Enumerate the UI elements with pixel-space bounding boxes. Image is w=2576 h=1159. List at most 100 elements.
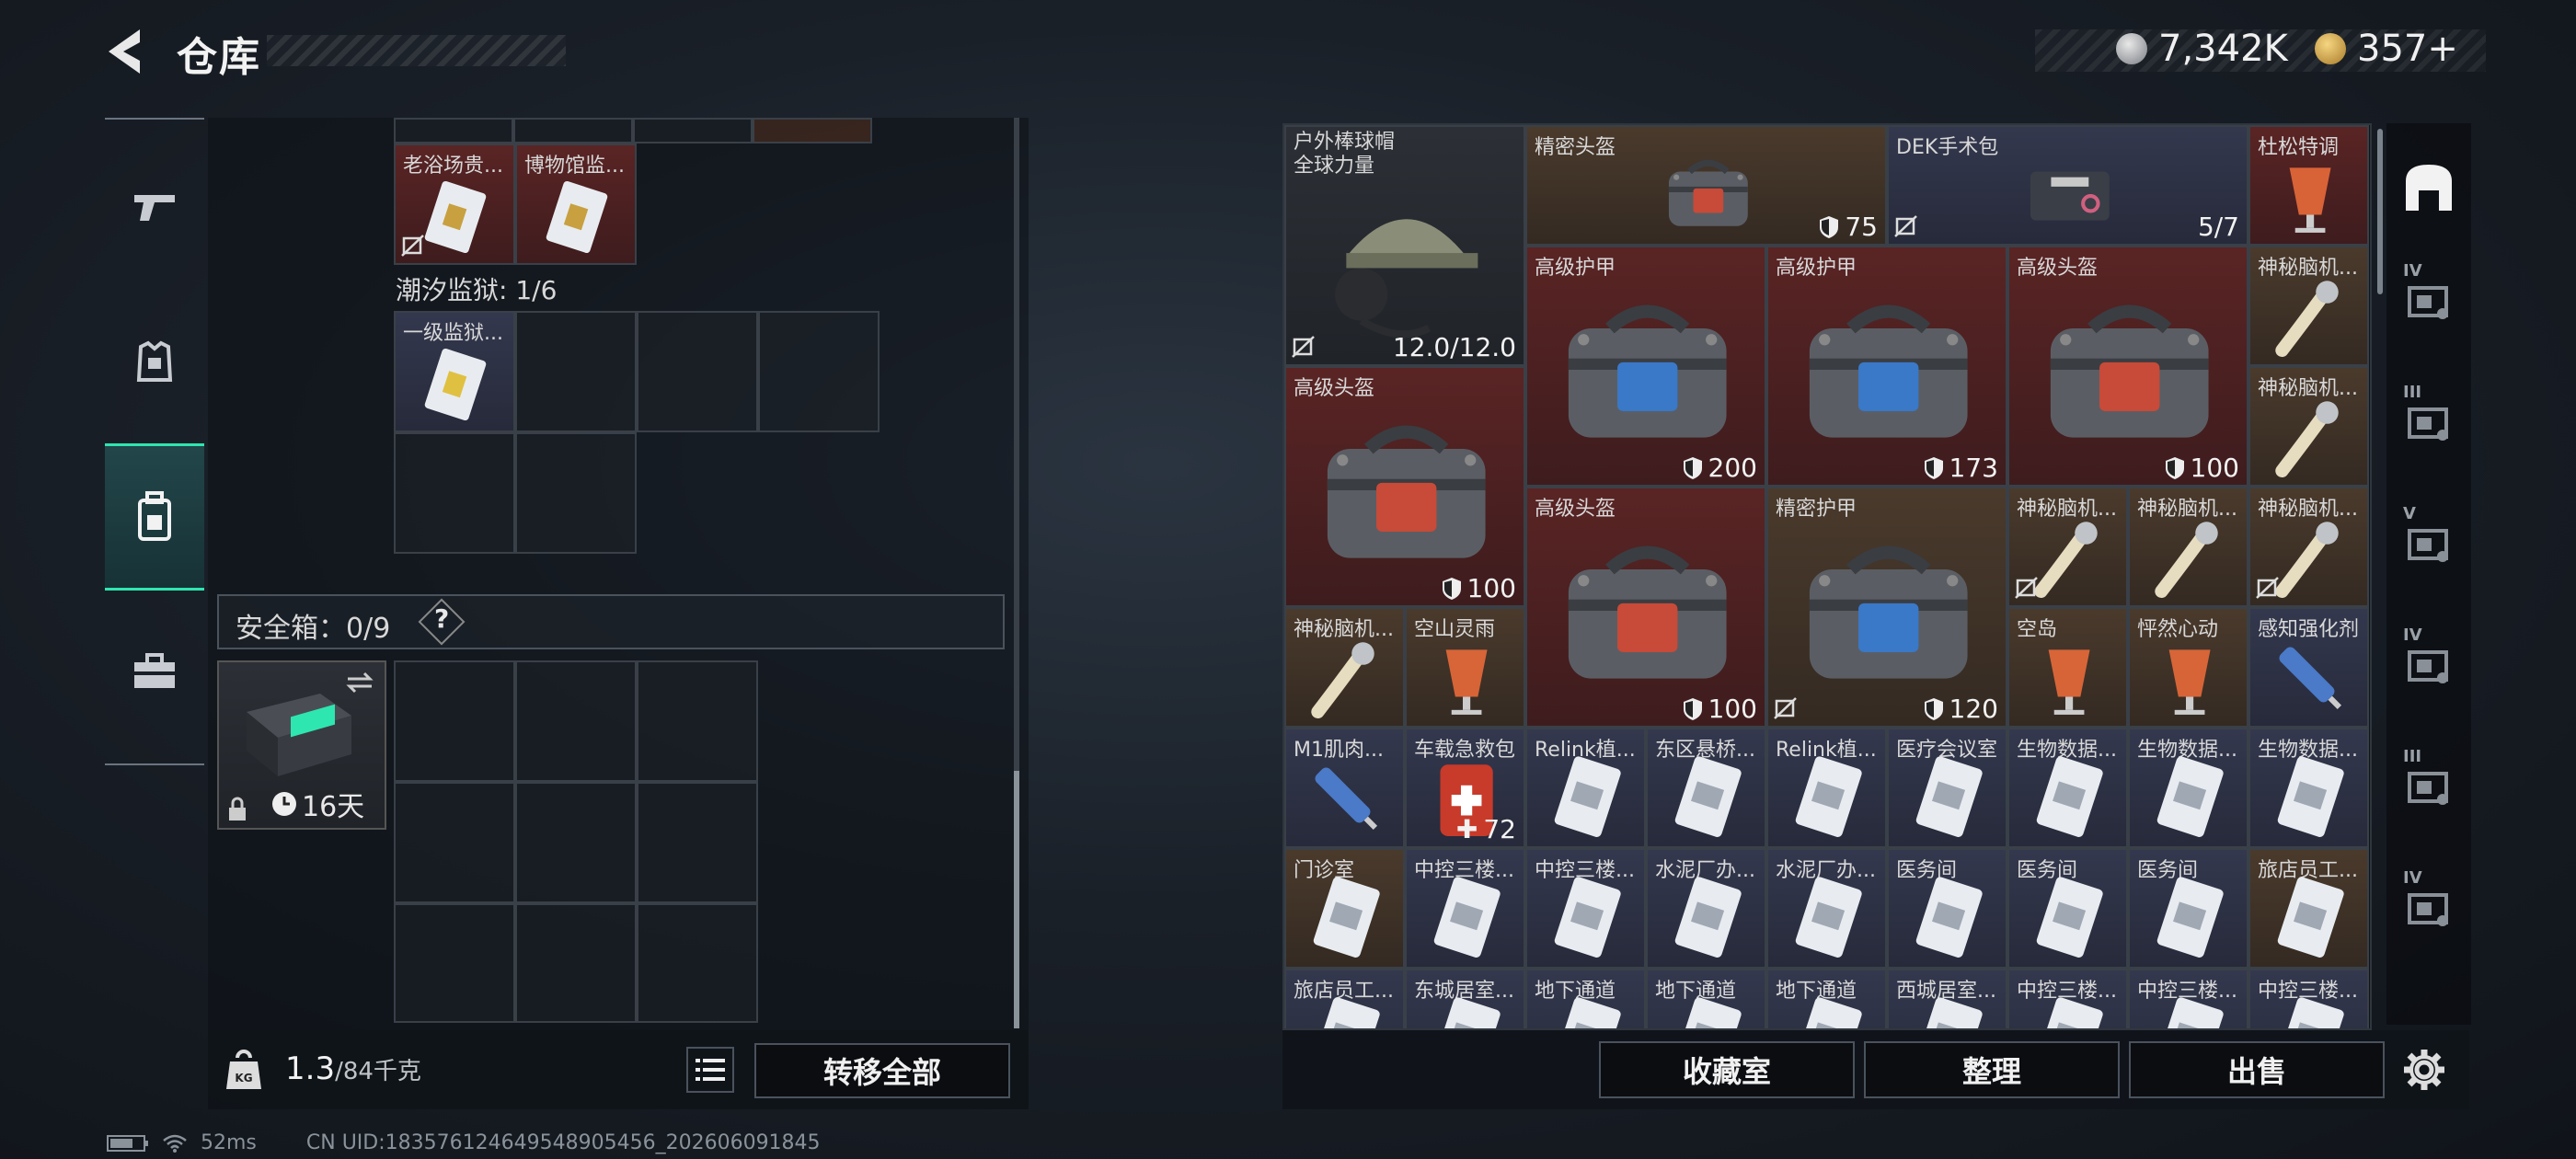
- stash-item[interactable]: 医务间: [2007, 848, 2128, 969]
- stash-item[interactable]: 精密护甲 120: [1766, 487, 2007, 728]
- grid-cell[interactable]: [515, 782, 637, 903]
- stash-item[interactable]: 高级头盔 100: [2007, 246, 2248, 487]
- wifi-icon: [163, 1134, 187, 1153]
- stash-item[interactable]: 生物数据...: [2128, 728, 2248, 848]
- stash-item[interactable]: 医务间: [1887, 848, 2007, 969]
- stash-item[interactable]: 高级头盔 100: [1284, 366, 1525, 607]
- stash-item[interactable]: 西城居室...: [1887, 969, 2007, 1028]
- stash-item[interactable]: Relink植...: [1525, 728, 1646, 848]
- stash-item[interactable]: 户外棒球帽 全球力量 12.0/12.0: [1284, 125, 1525, 366]
- safebox-case-icon: [247, 694, 351, 776]
- swap-icon[interactable]: [344, 670, 375, 695]
- stash-tab-5[interactable]: IV: [2386, 598, 2471, 717]
- grid-cell[interactable]: [637, 660, 758, 782]
- collection-room-button[interactable]: 收藏室: [1599, 1041, 1855, 1098]
- stash-item[interactable]: 精密头盔 75: [1525, 125, 1887, 246]
- stash-item[interactable]: 中控三楼...: [2248, 969, 2369, 1028]
- grid-cell[interactable]: [637, 782, 758, 903]
- stash-item[interactable]: M1肌肉...: [1284, 728, 1405, 848]
- grid-cell[interactable]: [637, 311, 758, 432]
- grid-cell[interactable]: [515, 903, 637, 1023]
- stash-item[interactable]: Relink植...: [1766, 728, 1887, 848]
- weight-bar: KG 1.3 /84千克 转移全部: [208, 1030, 1029, 1109]
- transfer-all-button[interactable]: 转移全部: [754, 1043, 1010, 1098]
- sell-button[interactable]: 出售: [2129, 1041, 2385, 1098]
- stash-tab-2[interactable]: IV: [2386, 234, 2471, 353]
- stash-item[interactable]: 怦然心动: [2128, 607, 2248, 728]
- item-count-text: 5/7: [2197, 212, 2239, 242]
- stash-item[interactable]: 地下通道: [1646, 969, 1766, 1028]
- stash-item[interactable]: 神秘脑机...: [2007, 487, 2128, 607]
- stash-item[interactable]: 神秘脑机...: [2248, 246, 2369, 366]
- stash-item[interactable]: 空山灵雨: [1405, 607, 1525, 728]
- stash-item[interactable]: 旅店员工...: [2248, 848, 2369, 969]
- stash-tab-6[interactable]: III: [2386, 719, 2471, 839]
- stash-item[interactable]: 门诊室: [1284, 848, 1405, 969]
- no-trade-icon: [2256, 577, 2279, 599]
- stash-item[interactable]: 地下通道: [1525, 969, 1646, 1028]
- keycard-icon: [1796, 756, 1863, 838]
- stash-item[interactable]: 神秘脑机...: [1284, 607, 1405, 728]
- gold-currency[interactable]: 357+: [2315, 28, 2458, 70]
- page-title: 仓库: [177, 34, 261, 81]
- item-slot[interactable]: 老浴场贵...: [394, 143, 515, 265]
- organize-button[interactable]: 整理: [1864, 1041, 2120, 1098]
- grid-cell[interactable]: [515, 311, 637, 432]
- stash-item[interactable]: 中控三楼...: [1525, 848, 1646, 969]
- stash-tab-1[interactable]: [2386, 123, 2471, 252]
- grid-cell[interactable]: [394, 660, 515, 782]
- grid-cell[interactable]: [394, 432, 515, 554]
- safebox-item[interactable]: 16天: [217, 660, 386, 830]
- stash-item[interactable]: 生物数据...: [2248, 728, 2369, 848]
- stash-item[interactable]: 高级护甲 173: [1766, 246, 2007, 487]
- stash-item[interactable]: 水泥厂办...: [1646, 848, 1766, 969]
- stash-item[interactable]: 水泥厂办...: [1766, 848, 1887, 969]
- stash-item[interactable]: 神秘脑机...: [2248, 487, 2369, 607]
- stash-item[interactable]: 旅店员工...: [1284, 969, 1405, 1028]
- item-slot[interactable]: 一级监狱...: [394, 311, 515, 432]
- durability-shield-icon: [1442, 577, 1461, 600]
- stash-item[interactable]: 地下通道: [1766, 969, 1887, 1028]
- stash-scroll-thumb[interactable]: [2377, 129, 2383, 294]
- stash-tab-4[interactable]: V: [2386, 476, 2471, 596]
- stash-tab-7[interactable]: IV: [2386, 841, 2471, 960]
- grid-cell[interactable]: [394, 903, 515, 1023]
- stash-item[interactable]: 感知强化剂: [2248, 607, 2369, 728]
- grid-cell[interactable]: [394, 118, 513, 143]
- stash-item[interactable]: 中控三楼...: [2128, 969, 2248, 1028]
- stash-item[interactable]: 车载急救包 ✚ 72: [1405, 728, 1525, 848]
- grid-cell[interactable]: [633, 118, 753, 143]
- grid-cell[interactable]: [513, 118, 633, 143]
- stash-item[interactable]: 杜松特调: [2248, 125, 2369, 246]
- stash-item[interactable]: 神秘脑机...: [2248, 366, 2369, 487]
- list-view-button[interactable]: [686, 1047, 734, 1093]
- grid-cell[interactable]: [637, 903, 758, 1023]
- rail-tab-armor[interactable]: [105, 289, 204, 436]
- grid-cell[interactable]: [515, 660, 637, 782]
- item-slot[interactable]: 博物馆监...: [515, 143, 637, 265]
- rail-tab-backpack[interactable]: [105, 443, 204, 591]
- stash-item[interactable]: 高级头盔 100: [1525, 487, 1766, 728]
- stash-item[interactable]: 东城居室...: [1405, 969, 1525, 1028]
- scroll-thumb[interactable]: [1014, 771, 1019, 1028]
- stash-item[interactable]: 中控三楼...: [1405, 848, 1525, 969]
- rail-tab-weapons[interactable]: [105, 134, 204, 281]
- stash-item[interactable]: 医务间: [2128, 848, 2248, 969]
- grid-cell[interactable]: [758, 311, 880, 432]
- stash-item[interactable]: 东区悬桥...: [1646, 728, 1766, 848]
- stash-tab-3[interactable]: III: [2386, 355, 2471, 475]
- settings-gear-icon[interactable]: [2401, 1047, 2447, 1093]
- stash-item[interactable]: 中控三楼...: [2007, 969, 2128, 1028]
- stash-item[interactable]: 医疗会议室: [1887, 728, 2007, 848]
- surgery-kit-icon: [2030, 171, 2110, 222]
- stash-item[interactable]: 空岛: [2007, 607, 2128, 728]
- grid-cell[interactable]: [394, 782, 515, 903]
- grid-cell[interactable]: [515, 432, 637, 554]
- stash-item[interactable]: 高级护甲 200: [1525, 246, 1766, 487]
- stash-item[interactable]: 神秘脑机...: [2128, 487, 2248, 607]
- back-button[interactable]: [101, 24, 156, 79]
- rail-tab-toolbox[interactable]: [105, 598, 204, 745]
- grid-cell[interactable]: [753, 118, 872, 143]
- stash-item[interactable]: 生物数据...: [2007, 728, 2128, 848]
- stash-item[interactable]: DEK手术包 5/7: [1887, 125, 2248, 246]
